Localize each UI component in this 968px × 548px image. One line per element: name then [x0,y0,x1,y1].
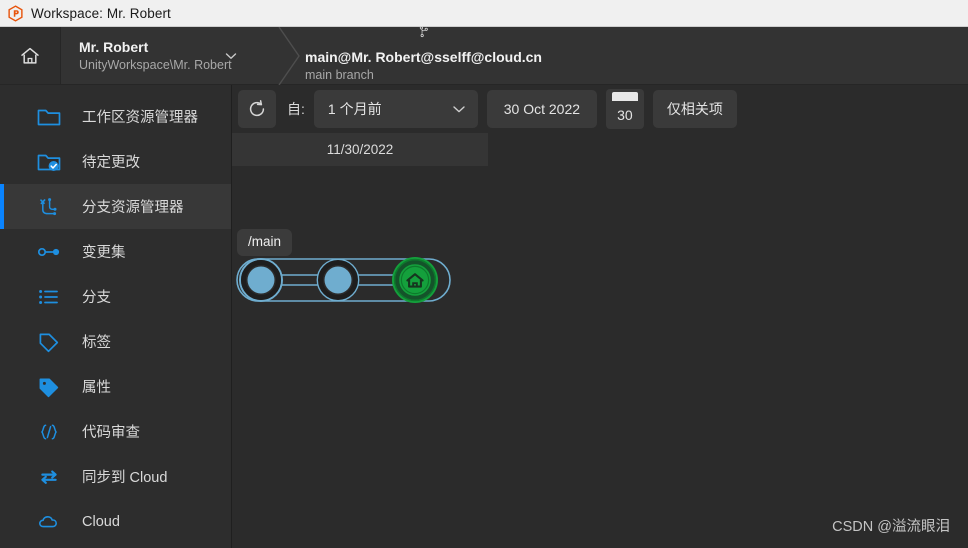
toolbar: 自: 1 个月前 30 Oct 2022 30 仅相关项 [232,85,968,133]
branch-explorer-canvas[interactable]: 11/30/2022 /main CSDN @溢流眼泪 [232,133,968,548]
list-icon [39,289,58,304]
refresh-icon [249,100,265,117]
sidebar-item-branch-explorer[interactable]: 分支资源管理器 [0,184,231,229]
window-title: Workspace: Mr. Robert [31,5,171,21]
home-outline-icon [21,47,39,64]
watermark: CSDN @溢流眼泪 [832,519,950,535]
tag-filled-icon [39,378,59,397]
changeset-node[interactable] [239,258,283,302]
sidebar-item-pending-changes[interactable]: 待定更改 [0,139,231,184]
sidebar-item-workspace-explorer[interactable]: 工作区资源管理器 [0,94,231,139]
git-branch-icon [419,26,428,38]
breadcrumb-workspace[interactable]: Mr. Robert UnityWorkspace\Mr. Robert [61,27,281,84]
time-range-value: 1 个月前 [327,101,382,117]
sidebar-item-label: 待定更改 [82,155,140,171]
date-field[interactable]: 30 Oct 2022 [486,90,597,128]
sidebar-item-label: 分支 [82,290,111,306]
cloud-icon [39,515,57,527]
folder-icon [37,109,61,125]
sidebar-home-button[interactable] [0,27,60,85]
folder-check-icon [37,154,61,171]
chevron-down-icon [453,106,465,113]
breadcrumb-branch-title: main@Mr. Robert@sselff@cloud.cn [305,49,542,65]
branch-explorer-icon [40,197,57,215]
time-range-select[interactable]: 1 个月前 [313,90,478,128]
sidebar-item-label: 变更集 [82,245,126,261]
breadcrumb-workspace-path: UnityWorkspace\Mr. Robert [79,57,232,72]
tag-outline-icon [39,333,59,352]
sidebar-item-label: 标签 [82,335,111,351]
chevron-down-icon[interactable] [223,48,239,64]
sidebar-item-label: Cloud [82,513,120,530]
breadcrumb-separator [278,27,303,85]
calendar-day: 30 [617,107,633,123]
sidebar-item-label: 属性 [82,380,111,396]
application-window: Workspace: Mr. Robert 工作区资源管理器 待定更改 分支资源… [0,0,968,548]
sidebar-item-label: 同步到 Cloud [82,470,168,486]
sidebar-item-label: 分支资源管理器 [82,200,184,216]
date-value: 30 Oct 2022 [503,101,581,117]
refresh-button[interactable] [238,90,276,128]
changeset-node[interactable] [316,258,360,302]
sidebar-item-cloud[interactable]: Cloud [0,499,231,544]
relevant-only-label: 仅相关项 [666,101,723,117]
workspace-head-node[interactable] [392,257,438,303]
changeset-icon [37,247,60,256]
sidebar-item-label: 代码审查 [82,425,140,441]
breadcrumb: Mr. Robert UnityWorkspace\Mr. Robert mai… [60,26,968,85]
sidebar-item-changesets[interactable]: 变更集 [0,229,231,274]
sidebar-item-attributes[interactable]: 属性 [0,364,231,409]
from-label: 自: [287,101,305,117]
sidebar-item-branches[interactable]: 分支 [0,274,231,319]
calendar-button[interactable]: 30 [605,89,644,129]
branch-graph [236,257,451,303]
calendar-icon [611,92,638,101]
title-bar: Workspace: Mr. Robert [0,0,968,27]
relevant-only-button[interactable]: 仅相关项 [652,90,737,128]
code-braces-icon [41,423,57,440]
sidebar-item-code-review[interactable]: 代码审查 [0,409,231,454]
sidebar-nav: 工作区资源管理器 待定更改 分支资源管理器 变更集 分支 标签 属性 代码审查 … [0,85,231,544]
sidebar: 工作区资源管理器 待定更改 分支资源管理器 变更集 分支 标签 属性 代码审查 … [0,27,232,548]
plastic-scm-hexagon-logo-icon [8,4,23,22]
sync-arrows-icon [41,470,57,484]
sidebar-item-label: 工作区资源管理器 [82,110,198,126]
breadcrumb-branch[interactable]: main@Mr. Robert@sselff@cloud.cn main bra… [303,26,542,84]
sidebar-item-sync-to-cloud[interactable]: 同步到 Cloud [0,454,231,499]
breadcrumb-workspace-title: Mr. Robert [79,38,149,55]
breadcrumb-branch-sub: main branch [305,68,374,82]
sidebar-item-labels[interactable]: 标签 [0,319,231,364]
